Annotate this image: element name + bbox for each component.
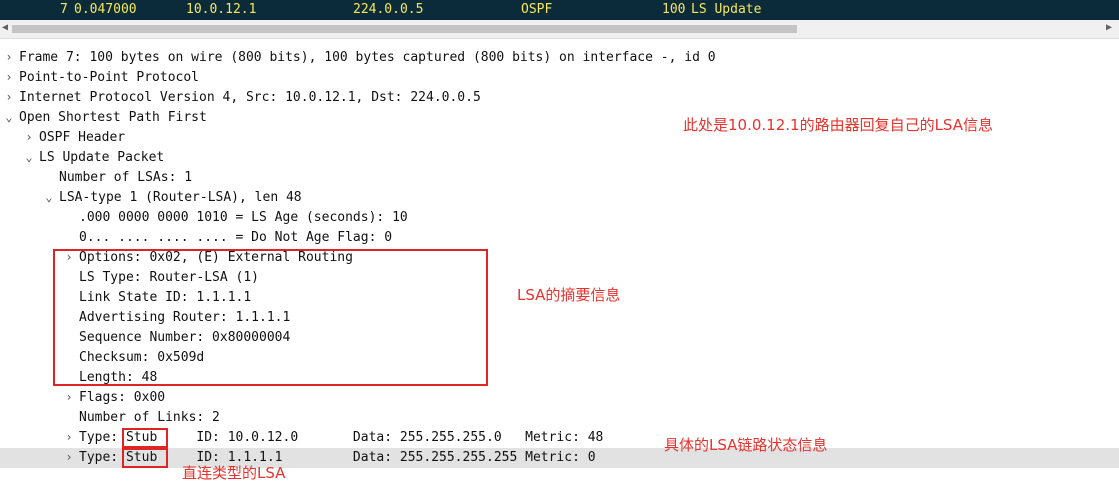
annotation-router-reply: 此处是10.0.12.1的路由器回复自己的LSA信息 [683, 116, 993, 134]
chevron-right-icon[interactable]: › [3, 50, 15, 64]
chevron-right-icon[interactable]: › [63, 450, 75, 464]
detail-row-text: Open Shortest Path First [19, 110, 207, 125]
packet-destination: 224.0.0.5 [353, 2, 424, 17]
detail-row-text: Point-to-Point Protocol [19, 70, 200, 85]
annotation-direct-type: 直连类型的LSA [182, 464, 286, 482]
stub-highlight-box-2 [122, 448, 168, 468]
packet-no: 7 [60, 2, 68, 17]
detail-row-text: Flags: 0x00 [79, 390, 166, 405]
detail-row-text: LS Update Packet [39, 150, 165, 165]
chevron-right-icon[interactable]: › [63, 390, 75, 404]
scroll-right-icon[interactable]: ▶ [1106, 22, 1112, 33]
packet-length: 100 [662, 2, 686, 17]
stub-highlight-box-1 [122, 428, 168, 448]
detail-row-text: LSA-type 1 (Router-LSA), len 48 [59, 190, 302, 205]
detail-row-text: Frame 7: 100 bytes on wire (800 bits), 1… [19, 50, 716, 65]
detail-row[interactable]: .000 0000 0000 1010 = LS Age (seconds): … [0, 208, 1119, 228]
chevron-down-icon[interactable]: ⌄ [43, 190, 55, 204]
detail-row-text: 0... .... .... .... = Do Not Age Flag: 0 [79, 230, 393, 245]
detail-row[interactable]: › Internet Protocol Version 4, Src: 10.0.… [0, 88, 1119, 108]
detail-row[interactable]: › Frame 7: 100 bytes on wire (800 bits), … [0, 48, 1119, 68]
annotation-lsa-summary: LSA的摘要信息 [517, 286, 621, 304]
packet-source: 10.0.12.1 [186, 2, 257, 17]
packet-time: 0.047000 [74, 2, 137, 17]
scroll-left-icon[interactable]: ◀ [2, 22, 8, 33]
chevron-right-icon[interactable]: › [3, 70, 15, 84]
detail-row[interactable]: Number of LSAs: 1 [0, 168, 1119, 188]
detail-row[interactable]: ⌄ LS Update Packet [0, 148, 1119, 168]
chevron-right-icon[interactable]: › [23, 130, 35, 144]
detail-row[interactable]: › Flags: 0x00 [0, 388, 1119, 408]
lsa-summary-highlight-box [53, 249, 488, 386]
chevron-right-icon[interactable]: › [3, 90, 15, 104]
chevron-down-icon[interactable]: ⌄ [3, 110, 15, 124]
detail-row-text: .000 0000 0000 1010 = LS Age (seconds): … [79, 210, 408, 225]
packet-list-row[interactable]: 7 0.047000 10.0.12.1 224.0.0.5 OSPF 100 … [0, 0, 1119, 20]
horizontal-scrollbar[interactable]: ◀ ▶ [0, 20, 1119, 39]
scrollbar-thumb[interactable] [12, 25, 797, 33]
detail-row-text: OSPF Header [39, 130, 126, 145]
detail-row[interactable]: ⌄ LSA-type 1 (Router-LSA), len 48 [0, 188, 1119, 208]
detail-row-text: Internet Protocol Version 4, Src: 10.0.1… [19, 90, 481, 105]
annotation-lsa-link-state: 具体的LSA链路状态信息 [664, 436, 828, 454]
detail-row[interactable]: Number of Links: 2 [0, 408, 1119, 428]
chevron-down-icon[interactable]: ⌄ [23, 150, 35, 164]
detail-row[interactable]: › Point-to-Point Protocol [0, 68, 1119, 88]
packet-protocol: OSPF [521, 2, 553, 17]
packet-info: LS Update [691, 2, 762, 17]
detail-row-text: Number of Links: 2 [79, 410, 220, 425]
detail-row-text: Number of LSAs: 1 [59, 170, 193, 185]
detail-row[interactable]: 0... .... .... .... = Do Not Age Flag: 0 [0, 228, 1119, 248]
chevron-right-icon[interactable]: › [63, 430, 75, 444]
